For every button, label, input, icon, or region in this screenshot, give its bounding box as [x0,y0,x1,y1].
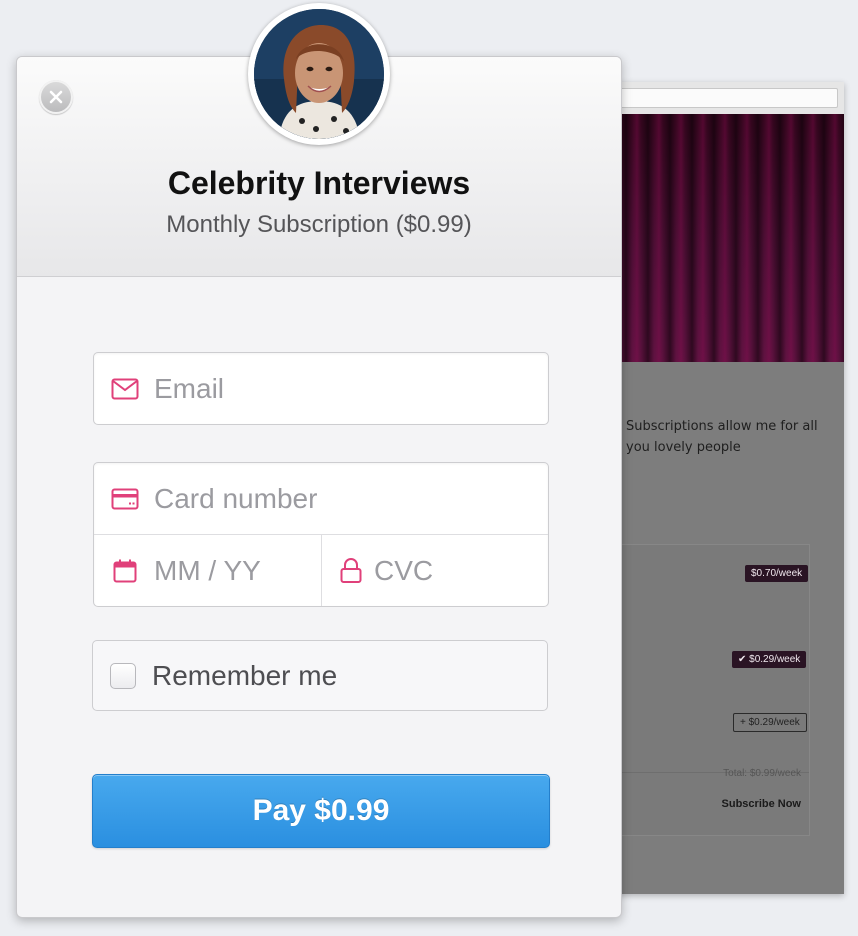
calendar-icon [110,556,140,586]
email-field-box [93,352,549,425]
background-subscribe-link: Subscribe Now [721,798,801,810]
checkout-modal: Celebrity Interviews Monthly Subscriptio… [16,56,622,918]
email-row [94,353,548,424]
card-field-box [93,462,549,607]
cvc-input[interactable] [374,554,514,587]
avatar [248,3,390,145]
credit-card-icon [110,484,140,514]
card-number-row [94,463,548,534]
remember-me-checkbox[interactable] [110,662,136,689]
background-total: Total: $0.99/week [723,768,801,779]
email-input[interactable] [154,372,548,405]
background-subscription-card: $0.70/week ✔ $0.29/week + $0.29/week Tot… [590,544,810,836]
close-icon [49,90,63,104]
modal-title: Celebrity Interviews [167,165,471,201]
close-button[interactable] [39,80,73,114]
expiry-input[interactable] [154,554,294,587]
background-price-badge: ✔ $0.29/week [732,651,807,668]
pay-button[interactable]: Pay $0.99 [92,774,550,848]
lock-icon [336,556,366,586]
avatar-photo [254,9,384,139]
background-price-badge: $0.70/week [745,565,809,582]
expiry-cell [94,535,321,606]
background-description: Subscriptions allow me for all you lovel… [626,419,818,455]
modal-subtitle: Monthly Subscription ($0.99) [166,211,472,238]
cvc-cell [322,535,548,606]
background-price-badge: + $0.29/week [733,713,807,732]
remember-me-label: Remember me [152,659,338,691]
mail-icon [110,374,140,404]
card-number-input[interactable] [154,482,548,515]
remember-me-toggle[interactable]: Remember me [92,640,548,711]
